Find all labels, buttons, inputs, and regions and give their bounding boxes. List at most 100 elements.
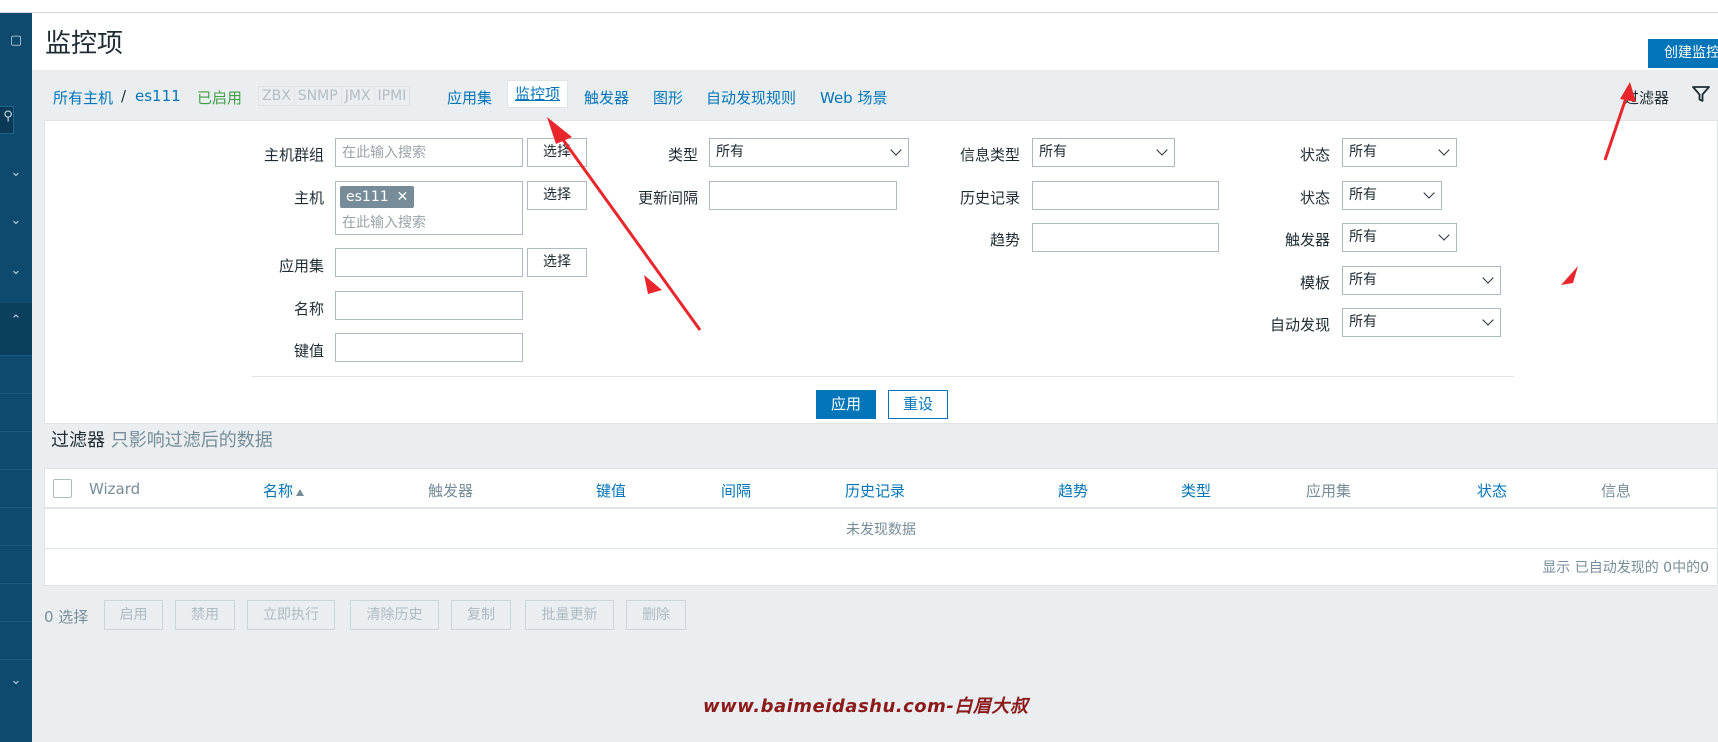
trigger-label: 触发器: [1284, 231, 1330, 249]
chevron-down-icon: [1423, 187, 1435, 199]
breadcrumb-host[interactable]: es111: [135, 87, 181, 105]
create-item-button[interactable]: 创建监控项: [1648, 39, 1718, 68]
application-select-button[interactable]: 选择: [527, 248, 587, 277]
state-label: 状态: [1299, 146, 1330, 164]
column-applications: 应用集: [1306, 482, 1352, 500]
host-group-select-button[interactable]: 选择: [527, 138, 587, 167]
sidebar-logo-icon[interactable]: ▢: [0, 33, 32, 48]
apply-button[interactable]: 应用: [816, 390, 876, 419]
remove-chip-icon[interactable]: ✕: [397, 189, 409, 205]
discovery-select[interactable]: 所有: [1342, 308, 1501, 337]
sidebar-active-section[interactable]: [0, 303, 32, 355]
tab-web-scenarios[interactable]: Web 场景: [820, 87, 887, 108]
no-data-message: 未发现数据: [45, 511, 1717, 549]
sidebar-chevron-up-icon[interactable]: ⌃: [0, 313, 32, 328]
key-label: 键值: [293, 342, 324, 360]
sidebar-chevron-down-icon[interactable]: ⌄: [0, 673, 32, 688]
key-input[interactable]: [335, 333, 523, 362]
chevron-down-icon: [1482, 314, 1494, 326]
select-all-checkbox[interactable]: [53, 479, 72, 498]
page-header: 监控项 创建监控项: [32, 13, 1718, 70]
discovery-select-value: 所有: [1349, 314, 1377, 330]
trend-input[interactable]: [1032, 223, 1219, 252]
name-label: 名称: [293, 300, 324, 318]
host-select-button[interactable]: 选择: [527, 181, 587, 210]
mass-update-button[interactable]: 批量更新: [525, 600, 614, 630]
template-select[interactable]: 所有: [1342, 266, 1501, 295]
host-label: 主机: [293, 189, 324, 207]
column-history[interactable]: 历史记录: [845, 480, 905, 501]
sidebar: ▢ ⚲ ⌄ ⌄ ⌄ ⌃ ⌄: [0, 13, 32, 742]
sidebar-chevron-down-icon[interactable]: ⌄: [0, 165, 32, 180]
column-trends[interactable]: 趋势: [1058, 480, 1088, 501]
column-status[interactable]: 状态: [1477, 480, 1507, 501]
chevron-down-icon: [890, 144, 902, 156]
enable-button[interactable]: 启用: [104, 600, 163, 630]
sidebar-divider: [0, 583, 32, 584]
info-type-select[interactable]: 所有: [1032, 138, 1175, 167]
protocol-snmp: SNMP: [295, 87, 342, 105]
sidebar-divider: [0, 545, 32, 546]
filter-divider: [252, 376, 1514, 377]
host-status-badge[interactable]: 已启用: [197, 87, 242, 108]
column-name[interactable]: 名称: [263, 480, 305, 501]
search-icon[interactable]: ⚲: [0, 109, 24, 124]
template-label: 模板: [1299, 274, 1330, 292]
protocol-jmx: JMX: [342, 87, 375, 105]
info-type-select-value: 所有: [1039, 144, 1067, 160]
host-navigation: 所有主机 / es111 已启用 ZBX SNMP JMX IPMI 应用集 监…: [32, 70, 1718, 120]
delete-button[interactable]: 删除: [626, 600, 686, 630]
column-wizard: Wizard: [89, 480, 141, 498]
name-input[interactable]: [335, 291, 523, 320]
sort-ascending-icon: [296, 489, 305, 496]
tab-applications[interactable]: 应用集: [447, 87, 492, 108]
column-name-label: 名称: [263, 482, 294, 500]
chevron-down-icon: [1438, 144, 1450, 156]
state-select[interactable]: 所有: [1342, 138, 1457, 167]
template-select-value: 所有: [1349, 272, 1377, 288]
host-group-input[interactable]: [335, 138, 523, 167]
reset-button[interactable]: 重设: [888, 390, 948, 419]
chevron-down-icon: [1156, 144, 1168, 156]
host-chip[interactable]: es111 ✕: [340, 186, 415, 208]
disable-button[interactable]: 禁用: [175, 600, 235, 630]
copy-button[interactable]: 复制: [451, 600, 511, 630]
host-search-placeholder: 在此输入搜索: [342, 215, 426, 231]
sidebar-divider: [0, 393, 32, 394]
host-multiselect[interactable]: es111 ✕ 在此输入搜索: [335, 181, 523, 235]
tab-discovery-rules[interactable]: 自动发现规则: [706, 87, 796, 108]
discovery-label: 自动发现: [1269, 316, 1330, 334]
type-label: 类型: [667, 146, 698, 164]
protocol-zbx: ZBX: [259, 87, 295, 105]
sidebar-chevron-down-icon[interactable]: ⌄: [0, 213, 32, 228]
update-interval-label: 更新间隔: [637, 189, 698, 207]
breadcrumb-all-hosts[interactable]: 所有主机: [53, 87, 113, 108]
sidebar-divider: [0, 621, 32, 622]
column-info: 信息: [1601, 482, 1632, 500]
filter-icon[interactable]: [1691, 84, 1711, 104]
watermark: www.baimeidashu.com-白眉大叔: [703, 696, 1029, 717]
top-edge: [0, 0, 1718, 13]
sidebar-divider: [0, 431, 32, 432]
trigger-select-value: 所有: [1349, 229, 1377, 245]
application-input[interactable]: [335, 248, 523, 277]
clear-history-button[interactable]: 清除历史: [350, 600, 439, 630]
sidebar-chevron-down-icon[interactable]: ⌄: [0, 263, 32, 278]
execute-now-button[interactable]: 立即执行: [247, 600, 335, 630]
history-input[interactable]: [1032, 181, 1219, 210]
trigger-select[interactable]: 所有: [1342, 223, 1457, 252]
status-select[interactable]: 所有: [1342, 181, 1442, 210]
tab-items[interactable]: 监控项: [507, 80, 569, 108]
history-label: 历史记录: [959, 189, 1020, 207]
tab-graphs[interactable]: 图形: [653, 87, 683, 108]
column-key[interactable]: 键值: [596, 480, 626, 501]
host-group-label: 主机群组: [263, 146, 324, 164]
tab-triggers[interactable]: 触发器: [584, 87, 629, 108]
filter-tab[interactable]: 过滤器: [1624, 87, 1669, 108]
column-interval[interactable]: 间隔: [721, 480, 751, 501]
protocol-ipmi: IPMI: [377, 88, 407, 104]
filter-note-title: 过滤器: [51, 430, 105, 451]
column-type[interactable]: 类型: [1181, 480, 1211, 501]
type-select[interactable]: 所有: [709, 138, 909, 167]
update-interval-input[interactable]: [709, 181, 897, 210]
